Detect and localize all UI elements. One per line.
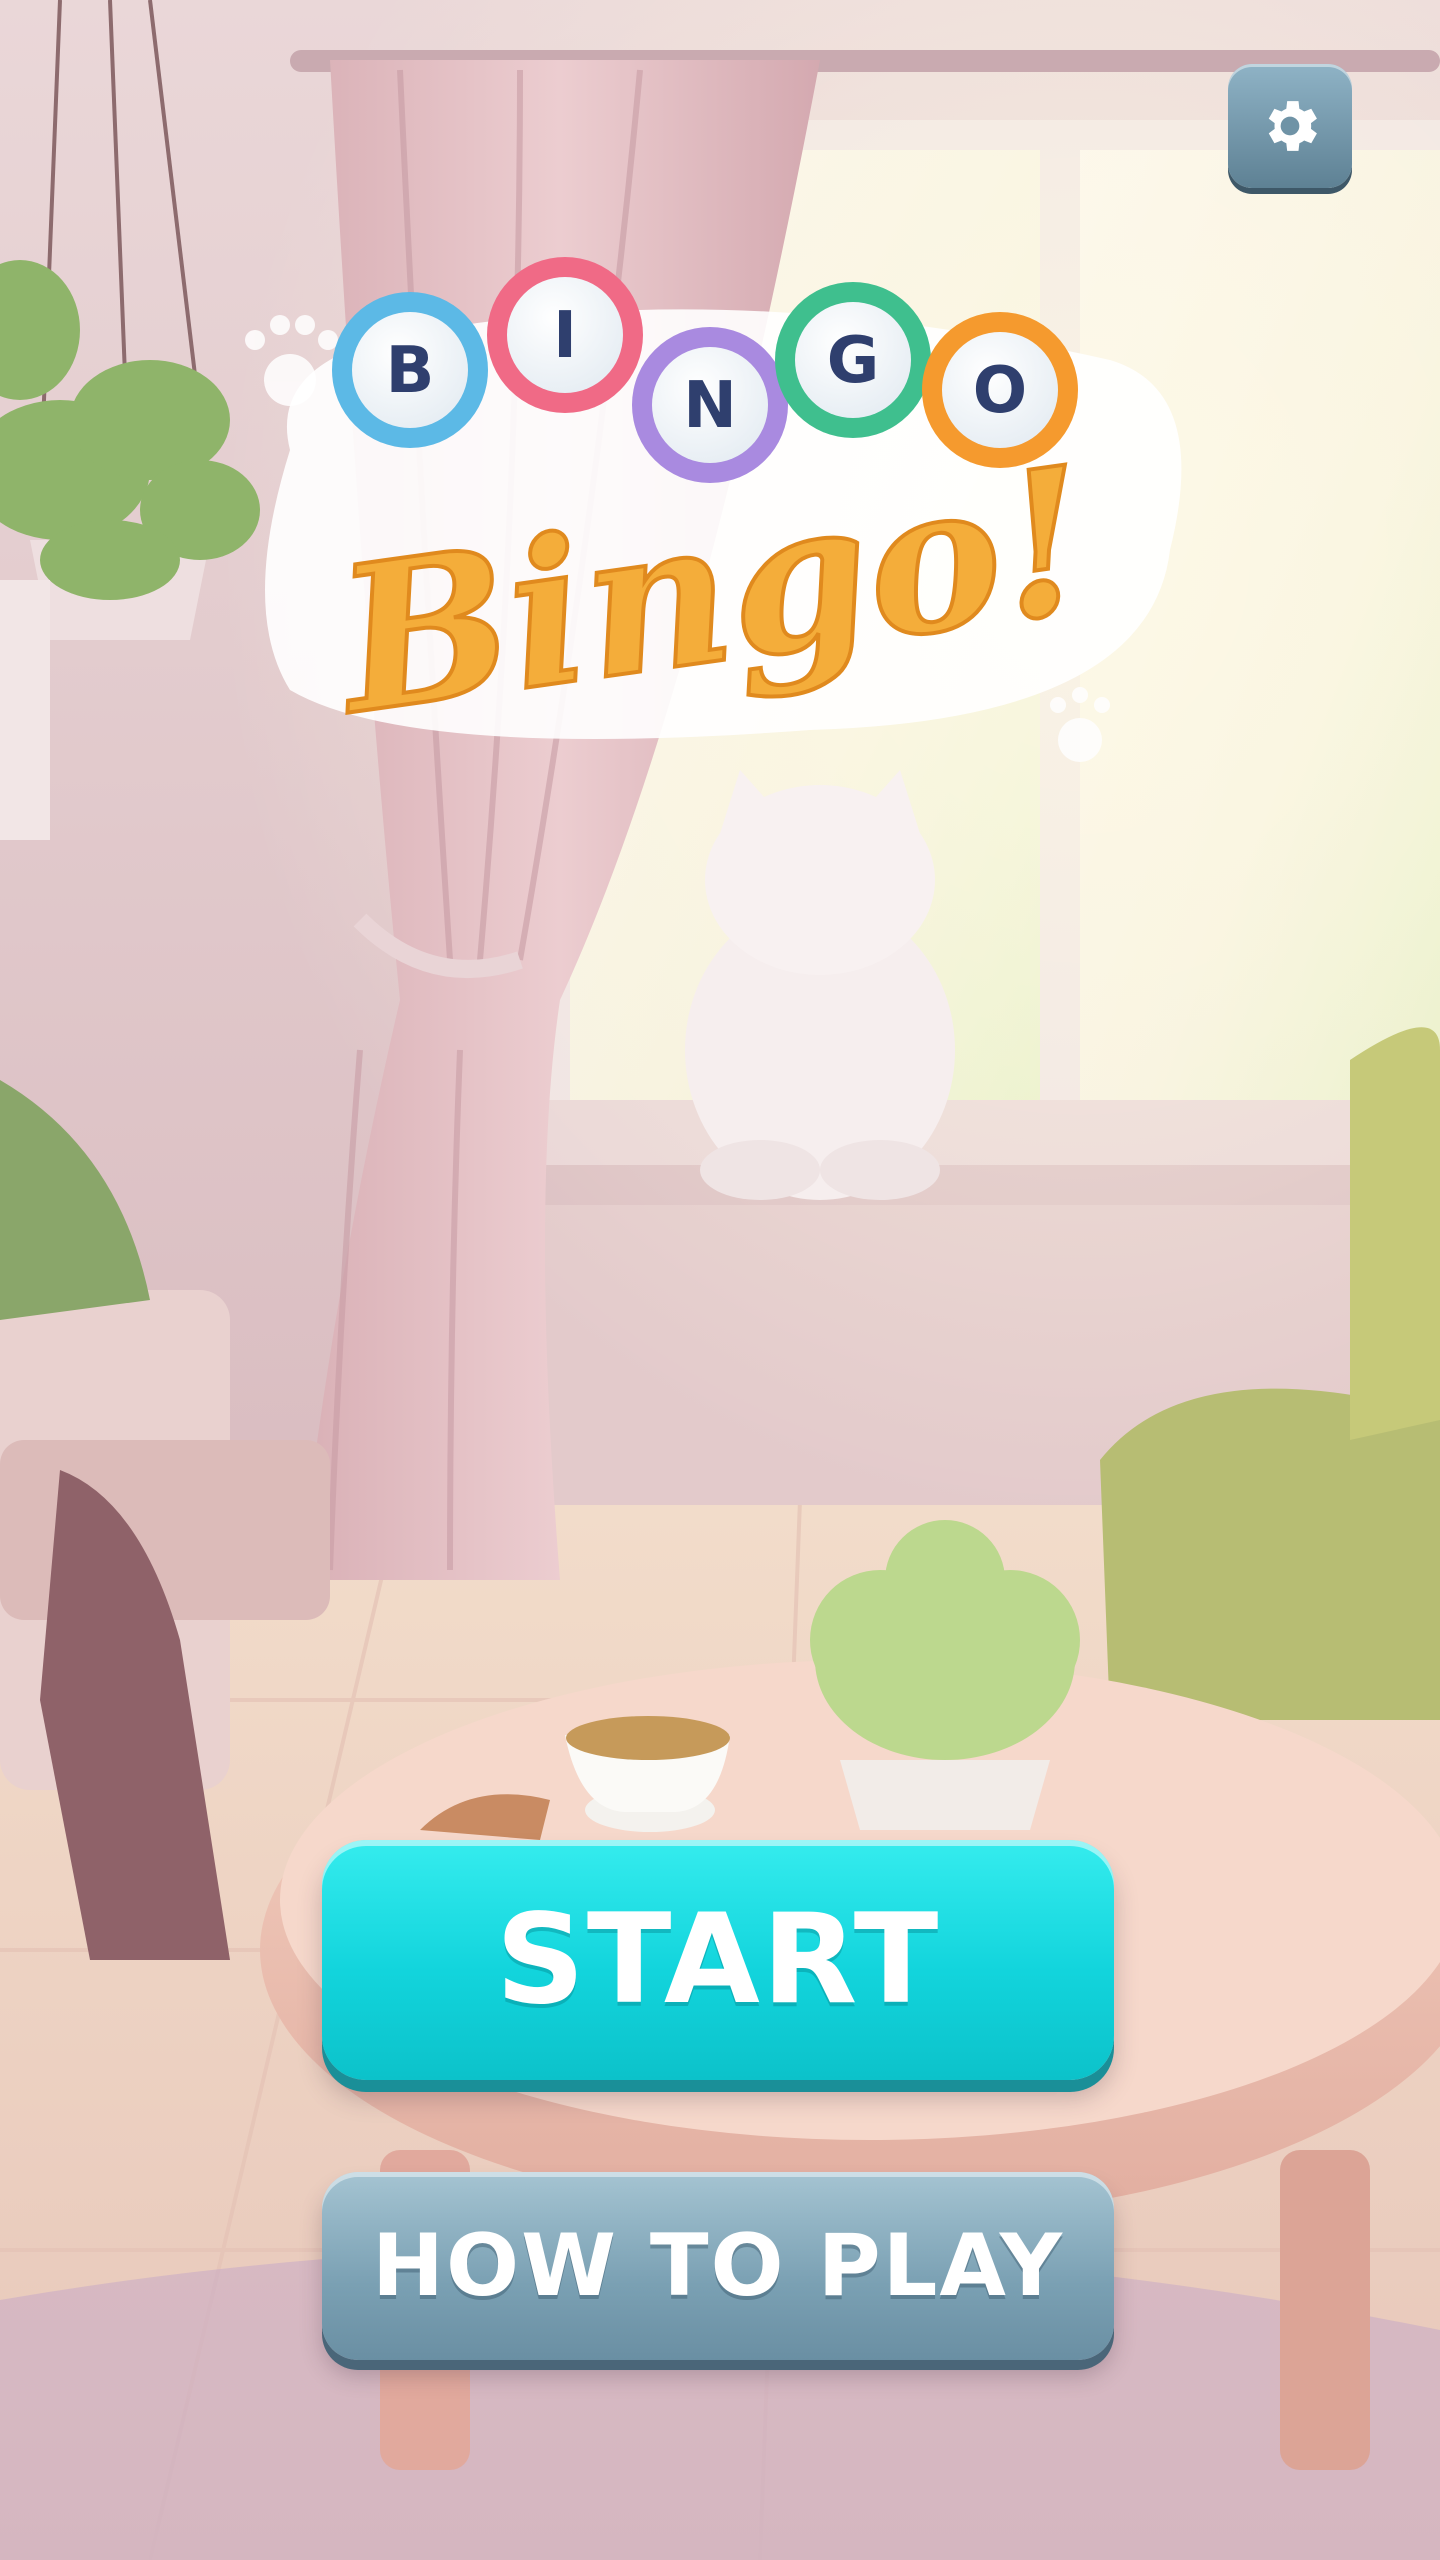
start-button[interactable]: START [322,1840,1114,2080]
logo-ball-g: G [775,282,931,438]
logo-ball-letter: I [553,299,577,373]
logo-ball-letter: B [386,334,435,408]
logo-ball-letter: G [827,324,880,398]
logo-ball-n: N [632,327,788,483]
logo-ball-letter: O [973,354,1027,428]
logo-ball-letter: N [683,369,737,443]
logo-ball-b: B [332,292,488,448]
how-to-play-button-label: HOW TO PLAY [371,2216,1065,2316]
logo-ball-i: I [487,257,643,413]
bingo-logo: B I N G O Bingo! [265,257,1182,762]
start-button-label: START [495,1888,941,2032]
how-to-play-button[interactable]: HOW TO PLAY [322,2172,1114,2360]
gear-icon [1268,101,1317,151]
settings-button[interactable] [1228,64,1352,188]
cat-illustration [685,770,955,1200]
